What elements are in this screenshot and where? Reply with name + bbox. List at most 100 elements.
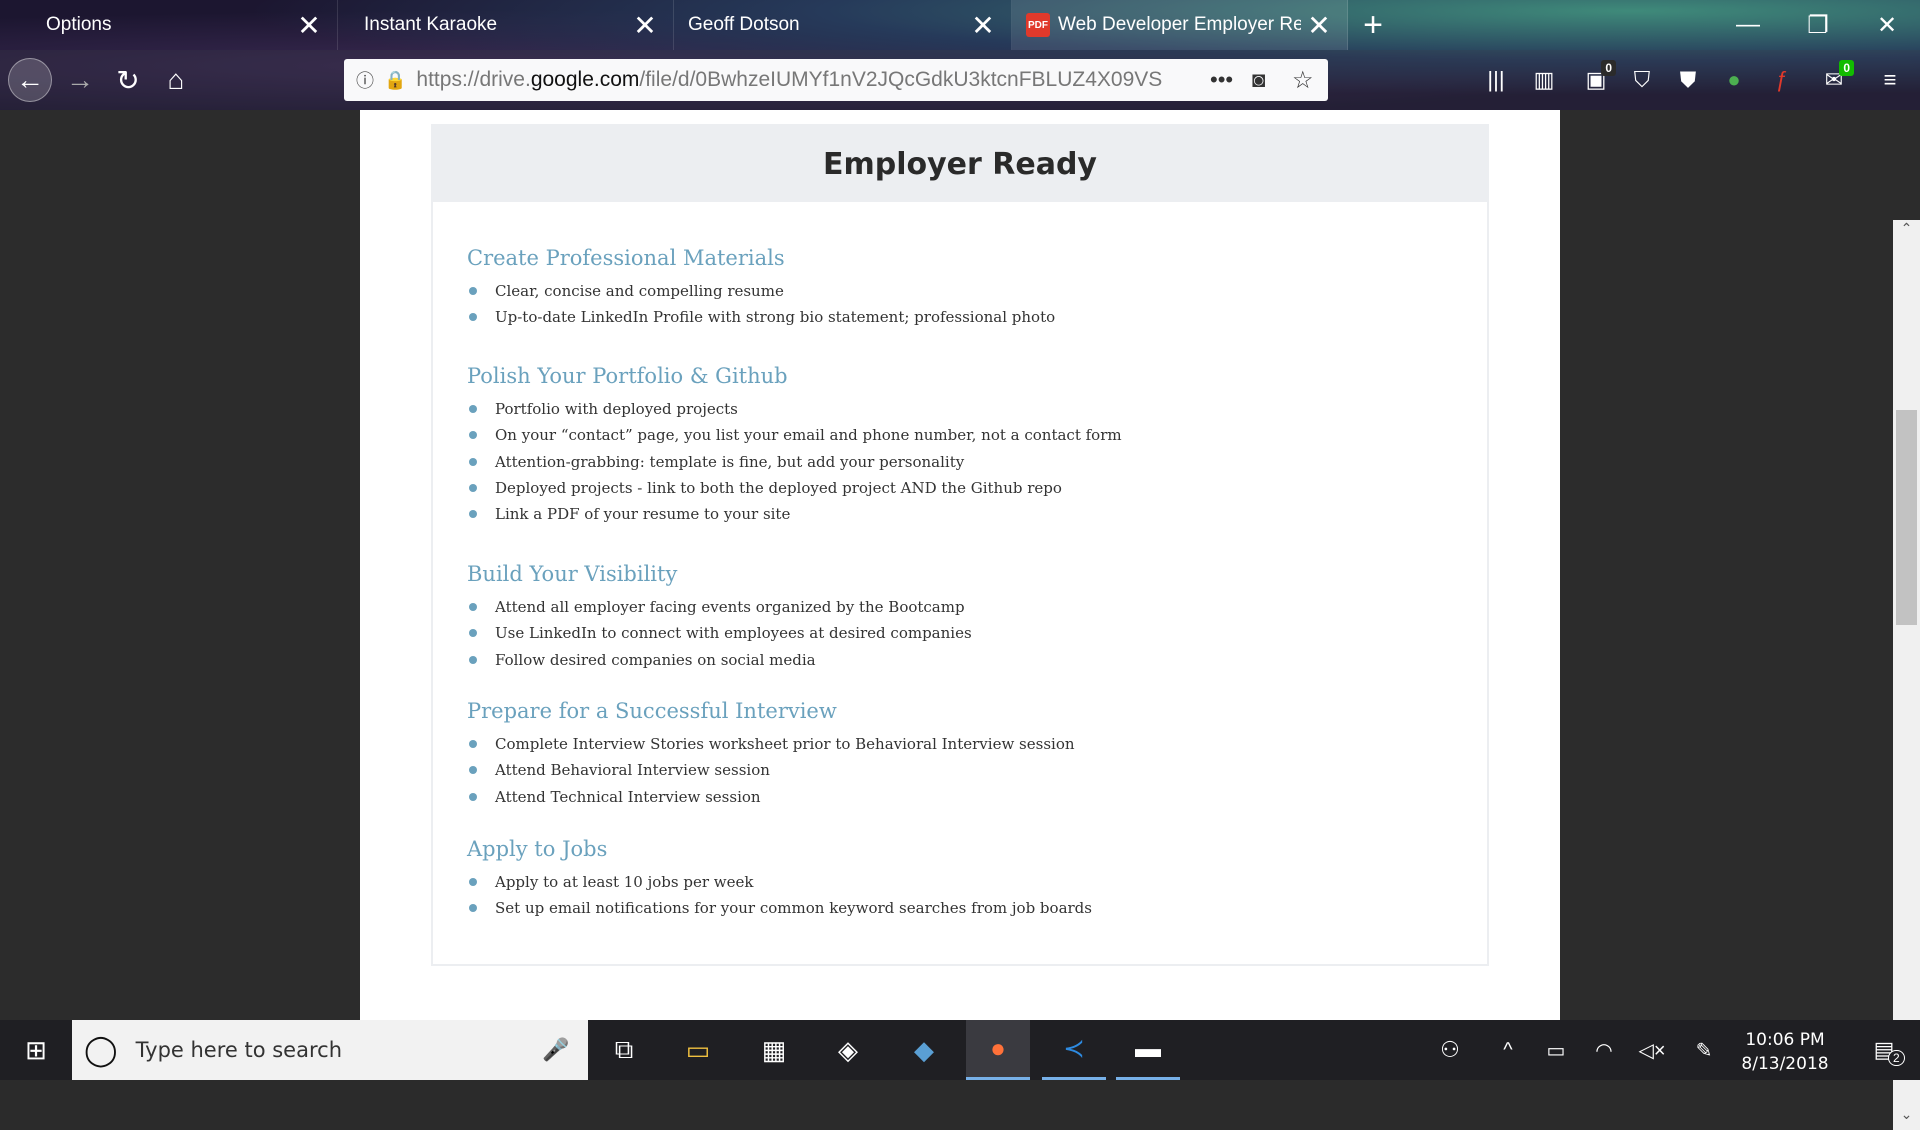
reload-button[interactable]: ↻ [106, 58, 150, 102]
clock-date: 8/13/2018 [1741, 1054, 1829, 1074]
flash-icon[interactable]: ƒ [1764, 62, 1800, 98]
tab-instant-karaoke[interactable]: Instant Karaoke ✕ [338, 0, 674, 50]
scroll-down-icon[interactable]: ⌄ [1893, 1106, 1920, 1130]
sidebar-icon[interactable]: ▥ [1526, 62, 1562, 98]
bullet-icon [469, 405, 477, 414]
extension-icon[interactable]: ▣ 0 [1578, 60, 1616, 98]
back-button[interactable]: ← [8, 58, 52, 102]
task-view-icon[interactable]: ⧉ [592, 1020, 656, 1080]
windows-taskbar: ⊞ ◯ Type here to search 🎤 ⧉ ▭ ▦ ◈ ◆ ● ≺ … [0, 1020, 1920, 1080]
section-create-professional-materials: Create Professional Materials Clear, con… [467, 246, 1055, 331]
windows-start-icon[interactable]: ⊞ [4, 1020, 68, 1080]
tab-options[interactable]: Options ✕ [0, 0, 338, 50]
list-item: Portfolio with deployed projects [467, 396, 1122, 422]
page-actions-icon[interactable]: ••• [1210, 67, 1233, 93]
home-button[interactable]: ⌂ [154, 58, 198, 102]
section-heading: Apply to Jobs [467, 837, 608, 861]
list-item: Attend Technical Interview session [467, 784, 1075, 810]
bullet-icon [469, 766, 477, 775]
extension-green-icon[interactable]: ● [1716, 62, 1752, 98]
url-bar[interactable]: ⓘ 🔒 https://drive.google.com/file/d/0Bwh… [344, 59, 1328, 101]
minimize-icon[interactable]: — [1713, 0, 1783, 50]
tab-geoff-dotson[interactable]: Geoff Dotson ✕ [674, 0, 1012, 50]
tab-label: Options [46, 14, 112, 35]
store-icon[interactable]: ▦ [742, 1020, 806, 1080]
clock-time: 10:06 PM [1745, 1030, 1825, 1050]
notification-center-icon[interactable]: ▤ 2 [1852, 1020, 1916, 1080]
pocket-icon[interactable]: ◙ [1252, 67, 1265, 93]
list-item: Follow desired companies on social media [467, 647, 972, 673]
section-polish-portfolio: Polish Your Portfolio & Github Portfolio… [467, 364, 1122, 527]
bullet-icon [469, 457, 477, 466]
extension-icon[interactable]: ✉ 0 [1816, 60, 1854, 98]
bullet-icon [469, 792, 477, 801]
search-placeholder: Type here to search [135, 1038, 342, 1062]
list-item: Attend all employer facing events organi… [467, 594, 972, 620]
bullet-icon [469, 904, 477, 913]
people-icon[interactable]: ⚇ [1418, 1020, 1482, 1080]
bullet-icon [469, 313, 477, 322]
bullet-icon [469, 484, 477, 493]
list-item: On your “contact” page, you list your em… [467, 422, 1122, 448]
scrollbar-thumb[interactable] [1896, 410, 1917, 625]
cortana-icon: ◯ [84, 1033, 118, 1067]
section-apply-to-jobs: Apply to Jobs Apply to at least 10 jobs … [467, 837, 1092, 922]
employer-ready-card: Employer Ready Create Professional Mater… [431, 124, 1489, 966]
info-icon[interactable]: ⓘ [356, 67, 374, 93]
adblock-icon[interactable]: ⛊ [1670, 62, 1706, 98]
mysql-workbench-icon[interactable]: ◆ [892, 1020, 956, 1080]
list-item: Set up email notifications for your comm… [467, 895, 1092, 921]
taskbar-search[interactable]: ◯ Type here to search 🎤 [72, 1020, 588, 1080]
tab-label: Instant Karaoke [364, 14, 498, 35]
tab-label: Web Developer Employer Ready [1058, 14, 1301, 35]
bullet-icon [469, 740, 477, 749]
vertical-scrollbar[interactable]: ⌃ ⌄ [1893, 220, 1920, 1130]
window-close-icon[interactable]: ✕ [1852, 0, 1920, 50]
pen-icon[interactable]: ✎ [1672, 1020, 1736, 1080]
browser-chrome: Options ✕ Instant Karaoke ✕ Geoff Dotson… [0, 0, 1920, 110]
bullet-icon [469, 287, 477, 296]
taskbar-clock[interactable]: 10:06 PM 8/13/2018 [1730, 1028, 1840, 1076]
new-tab-button[interactable]: + [1348, 0, 1398, 50]
bullet-icon [469, 431, 477, 440]
section-prepare-interview: Prepare for a Successful Interview Compl… [467, 699, 1075, 810]
menu-icon[interactable]: ≡ [1872, 62, 1908, 98]
section-build-visibility: Build Your Visibility Attend all employe… [467, 562, 972, 673]
close-icon[interactable]: ✕ [627, 7, 663, 43]
bullet-icon [469, 510, 477, 519]
list-item: Deployed projects - link to both the dep… [467, 475, 1122, 501]
scroll-up-icon[interactable]: ⌃ [1893, 220, 1920, 244]
app-icon[interactable]: ◈ [816, 1020, 880, 1080]
vscode-icon[interactable]: ≺ [1042, 1020, 1106, 1080]
list-item: Apply to at least 10 jobs per week [467, 869, 1092, 895]
file-explorer-icon[interactable]: ▭ [666, 1020, 730, 1080]
restore-icon[interactable]: ❐ [1783, 0, 1853, 50]
bullet-icon [469, 655, 477, 664]
tab-web-developer-employer-ready[interactable]: PDF Web Developer Employer Ready ✕ [1012, 0, 1348, 50]
firefox-icon[interactable]: ● [966, 1020, 1030, 1080]
list-item: Up-to-date LinkedIn Profile with strong … [467, 304, 1055, 330]
pdf-icon: PDF [1026, 13, 1050, 37]
forward-button[interactable]: → [58, 58, 102, 102]
shield-icon[interactable]: ⛉ [1624, 62, 1660, 98]
pdf-viewer: Employer Ready Create Professional Mater… [0, 110, 1920, 1130]
close-icon[interactable]: ✕ [291, 7, 327, 43]
list-item: Attend Behavioral Interview session [467, 757, 1075, 783]
section-heading: Build Your Visibility [467, 562, 678, 586]
close-icon[interactable]: ✕ [1301, 7, 1337, 43]
lock-icon: 🔒 [384, 69, 407, 90]
list-item: Use LinkedIn to connect with employees a… [467, 620, 972, 646]
document-title: Employer Ready [433, 126, 1487, 202]
library-icon[interactable]: ||| [1478, 62, 1514, 98]
list-item: Attention-grabbing: template is fine, bu… [467, 449, 1122, 475]
microphone-icon[interactable]: 🎤 [542, 1037, 569, 1063]
bullet-icon [469, 629, 477, 638]
bookmark-star-icon[interactable]: ☆ [1292, 66, 1314, 95]
pdf-page: Employer Ready Create Professional Mater… [360, 110, 1560, 1020]
section-heading: Prepare for a Successful Interview [467, 699, 837, 723]
terminal-icon[interactable]: ▬ [1116, 1020, 1180, 1080]
close-icon[interactable]: ✕ [965, 7, 1001, 43]
url-text[interactable]: https://drive.google.com/file/d/0BwhzeIU… [416, 68, 1186, 92]
section-heading: Polish Your Portfolio & Github [467, 364, 788, 388]
bullet-icon [469, 878, 477, 887]
